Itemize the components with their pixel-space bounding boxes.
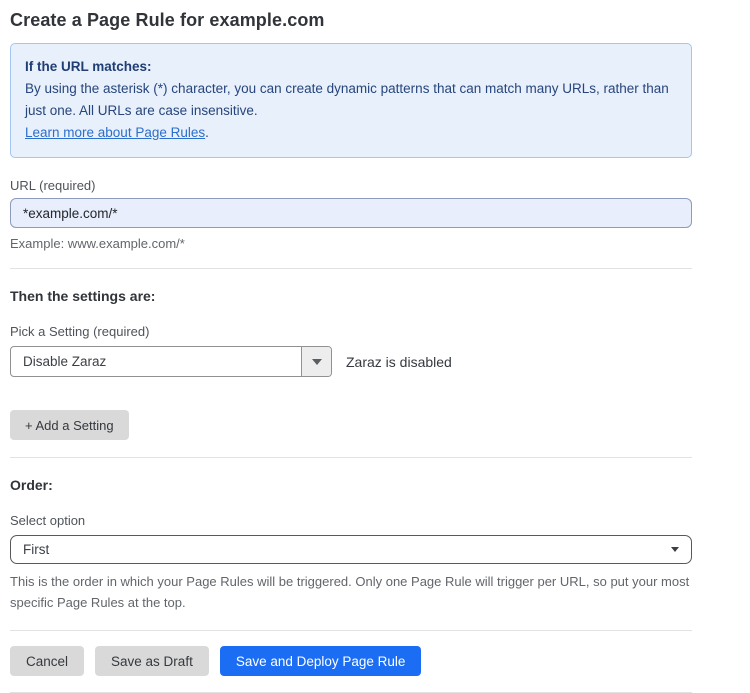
url-field-label: URL (required) — [10, 178, 692, 193]
zaraz-status-text: Zaraz is disabled — [346, 354, 452, 370]
pick-setting-label: Pick a Setting (required) — [10, 324, 692, 339]
divider — [10, 630, 692, 631]
order-select[interactable]: First — [10, 535, 692, 564]
setting-select-value: Disable Zaraz — [11, 347, 301, 376]
order-help-text: This is the order in which your Page Rul… — [10, 571, 692, 613]
page-title: Create a Page Rule for example.com — [10, 10, 692, 31]
url-match-info-box: If the URL matches: By using the asteris… — [10, 43, 692, 158]
url-example-text: Example: www.example.com/* — [10, 236, 692, 251]
divider — [10, 268, 692, 269]
create-page-rule-form: Create a Page Rule for example.com If th… — [0, 0, 750, 693]
caret-down-icon — [312, 359, 322, 365]
order-select-value: First — [23, 542, 671, 557]
setting-row: Disable Zaraz Zaraz is disabled — [10, 346, 692, 377]
cancel-button[interactable]: Cancel — [10, 646, 84, 676]
learn-more-link[interactable]: Learn more about Page Rules — [25, 125, 205, 140]
link-suffix: . — [205, 125, 209, 140]
setting-select[interactable]: Disable Zaraz — [10, 346, 332, 377]
info-box-heading: If the URL matches: — [25, 56, 677, 78]
url-input[interactable] — [10, 198, 692, 228]
order-select-label: Select option — [10, 513, 692, 528]
info-box-body: By using the asterisk (*) character, you… — [25, 78, 677, 122]
info-box-body-text: By using the asterisk (*) character, you… — [25, 81, 669, 118]
setting-select-arrow-button[interactable] — [301, 347, 331, 376]
save-as-draft-button[interactable]: Save as Draft — [95, 646, 209, 676]
footer-actions: Cancel Save as Draft Save and Deploy Pag… — [10, 646, 692, 676]
add-setting-button[interactable]: + Add a Setting — [10, 410, 129, 440]
save-and-deploy-button[interactable]: Save and Deploy Page Rule — [220, 646, 422, 676]
caret-down-icon — [671, 547, 679, 552]
order-section-heading: Order: — [10, 477, 692, 493]
settings-section-heading: Then the settings are: — [10, 288, 692, 304]
info-box-link-line: Learn more about Page Rules. — [25, 122, 677, 144]
divider — [10, 457, 692, 458]
